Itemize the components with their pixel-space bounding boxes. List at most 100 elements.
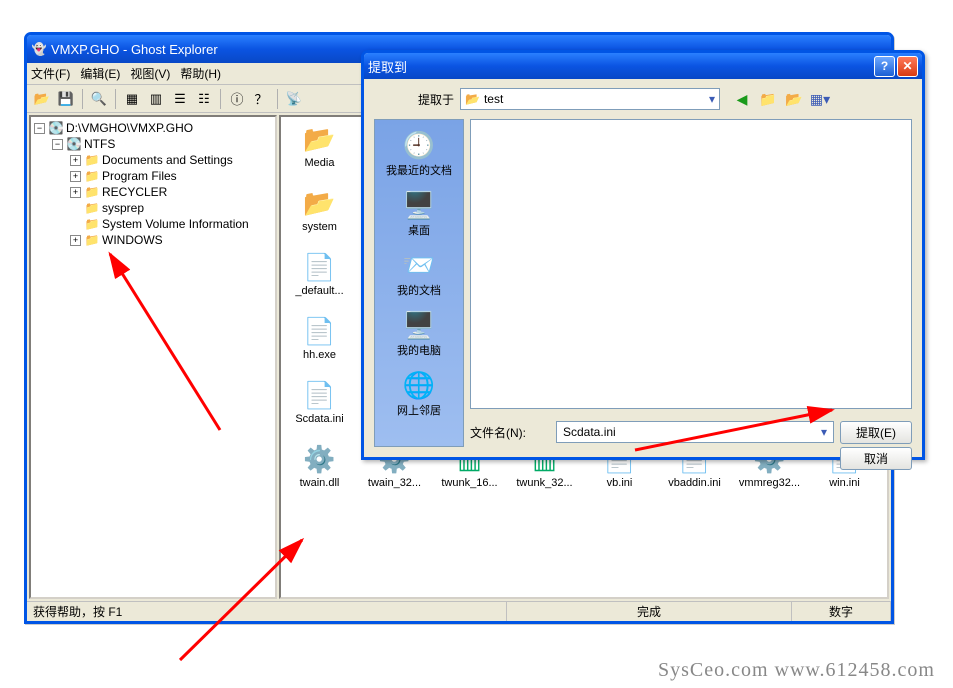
dialog-titlebar[interactable]: 提取到 ? ✕ (364, 53, 922, 79)
tree-toggle[interactable]: + (70, 187, 81, 198)
window-title: VMXP.GHO - Ghost Explorer (51, 42, 218, 57)
file-label: twain.dll (287, 477, 352, 489)
menu-help[interactable]: 帮助(H) (180, 65, 221, 82)
file-item[interactable]: hh.exe (287, 315, 352, 361)
tree-toggle[interactable]: − (34, 123, 45, 134)
file-label: vbaddin.ini (662, 477, 727, 489)
tree-toggle[interactable]: + (70, 171, 81, 182)
toolbar-separator (82, 89, 83, 109)
watermark: SysCeo.com www.612458.com (658, 659, 935, 682)
tree-item[interactable]: sysprep (102, 201, 144, 215)
places-item[interactable]: 桌面 (375, 188, 463, 238)
statusbar: 获得帮助，按 F1 完成 数字 (27, 601, 891, 621)
places-label: 网上邻居 (397, 402, 441, 418)
file-item[interactable]: _default... (287, 251, 352, 297)
toolbar-separator (115, 89, 116, 109)
filename-value: Scdata.ini (563, 425, 616, 439)
folder-icon (84, 185, 100, 199)
menu-file[interactable]: 文件(F) (31, 65, 70, 82)
folder-icon (84, 153, 100, 167)
status-center: 完成 (507, 602, 792, 621)
file-label: vb.ini (587, 477, 652, 489)
places-item[interactable]: 网上邻居 (375, 368, 463, 418)
view-small-icon[interactable]: ▥ (145, 88, 167, 110)
dialog-close-button[interactable]: ✕ (897, 56, 918, 77)
extract-button[interactable]: 提取(E) (840, 421, 912, 444)
open-icon[interactable]: 📂 (31, 88, 53, 110)
page-icon (304, 315, 336, 347)
tree-toggle[interactable]: + (70, 235, 81, 246)
folder-icon (84, 233, 100, 247)
antenna-icon[interactable]: 📡 (283, 88, 305, 110)
file-label: system (287, 221, 352, 233)
file-item[interactable]: system (287, 187, 352, 233)
volume-icon (66, 137, 82, 151)
file-item[interactable]: Scdata.ini (287, 379, 352, 425)
places-item[interactable]: 我的文档 (375, 248, 463, 298)
folder-icon (84, 201, 100, 215)
tree-toggle[interactable]: − (52, 139, 63, 150)
desktop-icon (402, 188, 436, 222)
places-item[interactable]: 我的电脑 (375, 308, 463, 358)
help-icon[interactable]: ？ (250, 88, 272, 110)
file-list-area[interactable] (470, 119, 912, 409)
file-label: twunk_16... (437, 477, 502, 489)
docs-icon (402, 248, 436, 282)
tree-ntfs[interactable]: NTFS (84, 137, 115, 151)
places-label: 我的电脑 (397, 342, 441, 358)
places-label: 桌面 (408, 222, 430, 238)
places-bar: 我最近的文档桌面我的文档我的电脑网上邻居 (374, 119, 464, 447)
computer-icon (402, 308, 436, 342)
tree-item[interactable]: Documents and Settings (102, 153, 233, 167)
info-icon[interactable]: ⓘ (226, 88, 248, 110)
dialog-help-button[interactable]: ? (874, 56, 895, 77)
page-icon (304, 251, 336, 283)
search-icon[interactable]: 🔍 (88, 88, 110, 110)
file-item[interactable]: Media (287, 123, 352, 169)
places-label: 我最近的文档 (386, 162, 452, 178)
folder-open-icon (304, 187, 336, 219)
view-large-icon[interactable]: ▦ (121, 88, 143, 110)
tree-item[interactable]: WINDOWS (102, 233, 163, 247)
view-details-icon[interactable]: ☷ (193, 88, 215, 110)
app-icon: 👻 (31, 41, 47, 57)
file-item[interactable]: twain.dll (287, 443, 352, 489)
menu-view[interactable]: 视图(V) (130, 65, 170, 82)
status-right: 数字 (792, 602, 891, 621)
tree-root[interactable]: D:\VMGHO\VMXP.GHO (66, 121, 193, 135)
places-item[interactable]: 我最近的文档 (375, 128, 463, 178)
chevron-down-icon[interactable]: ▾ (821, 425, 827, 439)
view-list-icon[interactable]: ☰ (169, 88, 191, 110)
file-label: win.ini (812, 477, 877, 489)
menu-edit[interactable]: 编辑(E) (80, 65, 120, 82)
tree-toggle[interactable]: + (70, 155, 81, 166)
save-icon[interactable]: 💾 (55, 88, 77, 110)
new-folder-icon[interactable]: 📂 (784, 89, 804, 109)
folder-icon (84, 217, 100, 231)
folder-icon (465, 92, 480, 106)
status-help: 获得帮助，按 F1 (27, 602, 507, 621)
file-label: twunk_32... (512, 477, 577, 489)
lookin-combo[interactable]: test ▾ (460, 88, 720, 110)
lookin-value: test (484, 92, 503, 106)
dialog-title: 提取到 (368, 57, 407, 76)
filename-combo[interactable]: Scdata.ini ▾ (556, 421, 834, 443)
places-label: 我的文档 (397, 282, 441, 298)
tree-item[interactable]: System Volume Information (102, 217, 249, 231)
folder-open-icon (304, 123, 336, 155)
file-label: Scdata.ini (287, 413, 352, 425)
back-icon[interactable]: ◀ (732, 89, 752, 109)
views-icon[interactable]: ▦▾ (810, 89, 830, 109)
tree-item[interactable]: Program Files (102, 169, 177, 183)
disk-icon (48, 121, 64, 135)
chevron-down-icon[interactable]: ▾ (709, 92, 715, 106)
up-icon[interactable]: 📁 (758, 89, 778, 109)
tree-panel[interactable]: − D:\VMGHO\VMXP.GHO − NTFS + Documents a… (29, 115, 277, 599)
tree-item[interactable]: RECYCLER (102, 185, 167, 199)
cancel-button[interactable]: 取消 (840, 447, 912, 470)
file-label: _default... (287, 285, 352, 297)
lookin-label: 提取于 (374, 91, 454, 108)
dll-icon (304, 443, 336, 475)
filename-label: 文件名(N): (470, 424, 550, 441)
file-label: twain_32... (362, 477, 427, 489)
